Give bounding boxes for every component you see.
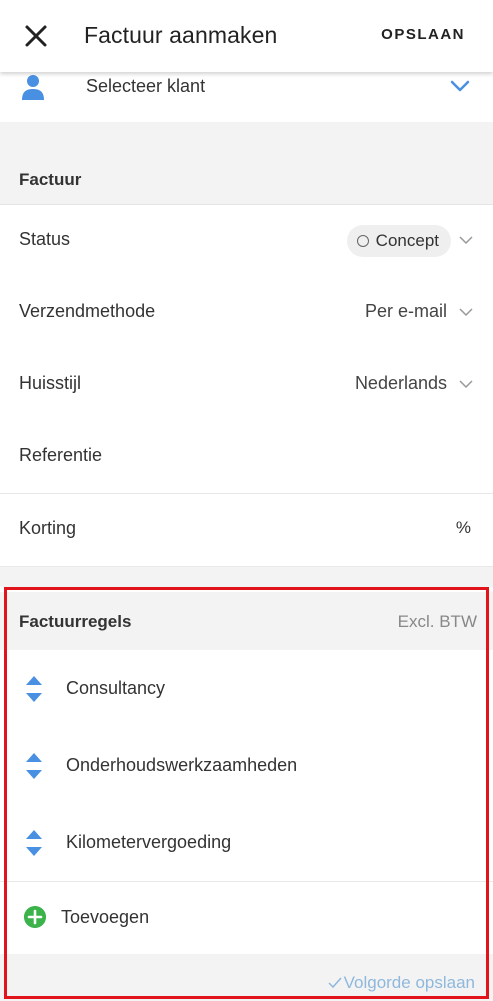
reference-row[interactable]: Referentie [0,421,493,494]
status-badge[interactable]: Concept [346,225,451,257]
circle-icon [356,235,369,247]
add-line-button[interactable]: Toevoegen [0,882,493,954]
check-icon [328,977,342,989]
shipping-method-label: Verzendmethode [19,301,156,321]
shipping-method-row[interactable]: Verzendmethode Per e-mail [0,277,493,350]
house-style-row[interactable]: Huisstijl Nederlands [0,349,493,422]
person-icon [22,75,44,100]
status-label: Status [19,229,71,249]
invoice-section-header: Factuur [0,158,493,205]
invoice-section-title: Factuur [19,170,82,189]
reorder-handle-icon[interactable] [25,829,43,857]
reference-label: Referentie [19,445,103,465]
close-button[interactable] [18,18,54,54]
page-title: Factuur aanmaken [84,22,278,48]
save-order-button[interactable]: Volgorde opslaan [328,973,475,993]
save-order-label: Volgorde opslaan [343,973,475,992]
invoice-line-item[interactable]: Onderhoudswerkzaamheden [0,727,493,805]
app-bar: Factuur aanmaken OPSLAAN [0,0,493,72]
add-line-label: Toevoegen [61,907,150,927]
invoice-line-label: Kilometervergoeding [66,832,232,852]
invoice-lines-header: Factuurregels Excl. BTW [0,592,493,651]
save-button[interactable]: OPSLAAN [381,26,465,43]
close-icon [25,25,47,47]
reorder-handle-icon[interactable] [25,675,43,703]
house-style-label: Huisstijl [19,373,82,393]
invoice-line-item[interactable]: Kilometervergoeding [0,804,493,882]
invoice-lines-title: Factuurregels [19,612,132,631]
chevron-down-icon [459,308,473,317]
lines-footer: Volgorde opslaan [0,954,493,1001]
status-value: Concept [375,231,439,250]
discount-row[interactable]: Korting % [0,494,493,567]
section-spacer [0,122,493,158]
chevron-down-icon [459,236,473,245]
reorder-handle-icon[interactable] [25,752,43,780]
house-style-value: Nederlands [354,373,447,393]
shipping-method-value: Per e-mail [364,301,447,321]
tax-note: Excl. BTW [397,612,477,631]
status-row[interactable]: Status Concept [0,205,493,278]
invoice-line-item[interactable]: Consultancy [0,650,493,728]
chevron-down-icon [459,380,473,389]
discount-percent-suffix: % [455,518,471,537]
client-select-placeholder: Selecteer klant [86,76,206,96]
invoice-line-label: Consultancy [66,678,166,698]
chevron-down-icon [450,80,470,92]
add-circle-icon [24,906,46,928]
section-spacer [0,567,493,587]
invoice-line-label: Onderhoudswerkzaamheden [66,755,298,775]
discount-label: Korting [19,518,77,538]
